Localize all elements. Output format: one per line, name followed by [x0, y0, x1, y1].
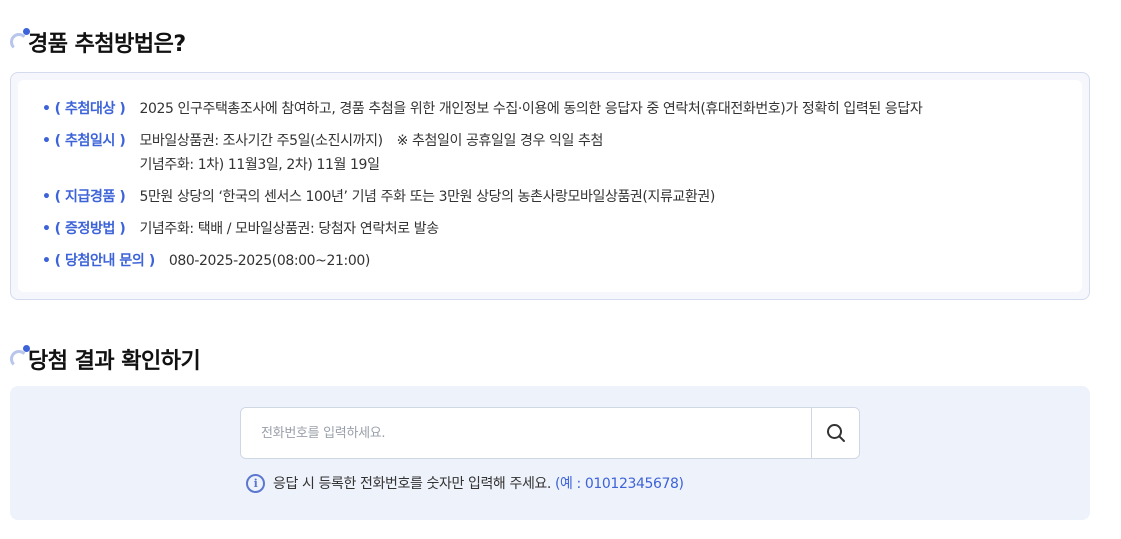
- title-decoration-icon: [10, 345, 30, 370]
- info-label-prize: ( 지급경품 ): [54, 189, 126, 205]
- input-hint: i 응답 시 등록한 전화번호를 숫자만 입력해 주세요. (예 : 01012…: [246, 473, 684, 493]
- info-icon: i: [246, 473, 265, 493]
- prize-info-list: • ( 추첨대상 ) 2025 인구주택총조사에 참여하고, 경품 추첨을 위한…: [18, 80, 1082, 292]
- schedule-coin-text: 기념주화: 1차) 11월3일, 2차) 11월 19일: [139, 157, 380, 173]
- info-row-target: • ( 추첨대상 ) 2025 인구주택총조사에 참여하고, 경품 추첨을 위한…: [42, 98, 1082, 120]
- bullet-icon: •: [42, 133, 51, 149]
- prize-section-title: 경품 추첨방법은?: [10, 26, 186, 58]
- info-value-target: 2025 인구주택총조사에 참여하고, 경품 추첨을 위한 개인정보 수집·이용…: [139, 101, 923, 117]
- schedule-mobile-text: 모바일상품권: 조사기간 주5일(소진시까지): [139, 133, 383, 149]
- result-section-title-text: 당첨 결과 확인하기: [28, 349, 201, 374]
- info-value-delivery: 기념주화: 택배 / 모바일상품권: 당첨자 연락처로 발송: [139, 221, 439, 237]
- bullet-icon: •: [42, 101, 51, 117]
- schedule-holiday-note: ※ 추첨일이 공휴일일 경우 익일 추첨: [396, 133, 604, 149]
- prize-section-title-text: 경품 추첨방법은?: [28, 32, 186, 57]
- info-value-prize: 5만원 상당의 ‘한국의 센서스 100년’ 기념 주화 또는 3만원 상당의 …: [139, 189, 715, 205]
- info-label-schedule: ( 추첨일시 ): [54, 133, 126, 149]
- result-section-title: 당첨 결과 확인하기: [10, 343, 201, 375]
- info-row-delivery: • ( 증정방법 ) 기념주화: 택배 / 모바일상품권: 당첨자 연락처로 발…: [42, 218, 1082, 240]
- bullet-icon: •: [42, 253, 51, 269]
- hint-example: (예 : 01012345678): [554, 476, 684, 492]
- search-icon: [826, 424, 845, 442]
- hint-text: 응답 시 등록한 전화번호를 숫자만 입력해 주세요.: [273, 476, 551, 492]
- info-label-delivery: ( 증정방법 ): [54, 221, 126, 237]
- phone-number-input[interactable]: [241, 408, 811, 458]
- info-row-prize: • ( 지급경품 ) 5만원 상당의 ‘한국의 센서스 100년’ 기념 주화 …: [42, 186, 1082, 208]
- prize-info-box: • ( 추첨대상 ) 2025 인구주택총조사에 참여하고, 경품 추첨을 위한…: [10, 72, 1090, 300]
- info-value-schedule: 모바일상품권: 조사기간 주5일(소진시까지) ※ 추첨일이 공휴일일 경우 익일…: [139, 130, 603, 176]
- info-label-target: ( 추첨대상 ): [54, 101, 126, 117]
- result-search-panel: i 응답 시 등록한 전화번호를 숫자만 입력해 주세요. (예 : 01012…: [10, 386, 1090, 520]
- search-button[interactable]: [811, 408, 859, 458]
- bullet-icon: •: [42, 189, 51, 205]
- info-row-inquiry: • ( 당첨안내 문의 ) 080-2025-2025(08:00~21:00): [42, 250, 1082, 272]
- info-row-schedule: • ( 추첨일시 ) 모바일상품권: 조사기간 주5일(소진시까지) ※ 추첨일이…: [42, 130, 1082, 176]
- phone-search-form: [240, 407, 860, 459]
- info-value-inquiry: 080-2025-2025(08:00~21:00): [168, 253, 370, 269]
- title-decoration-icon: [10, 28, 30, 53]
- bullet-icon: •: [42, 221, 51, 237]
- info-label-inquiry: ( 당첨안내 문의 ): [54, 253, 156, 269]
